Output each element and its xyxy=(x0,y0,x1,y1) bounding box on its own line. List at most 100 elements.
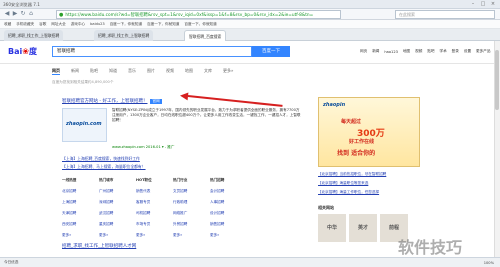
sidebar-link[interactable]: 【北京招聘】海量工作职位，任您选择 xyxy=(318,190,438,195)
grid-link[interactable]: 武汉招聘 xyxy=(99,209,136,220)
top-link[interactable]: 设置 xyxy=(464,49,471,54)
grid-link[interactable]: 销售代表 xyxy=(136,187,173,198)
grid-link[interactable]: 重庆招聘 xyxy=(99,220,136,231)
nav-tab[interactable]: 文库 xyxy=(204,68,212,74)
result1-url[interactable]: www.zhaopin.com 2016-01 ▾ - 推广 xyxy=(112,145,174,150)
search-nav-tabs: 网页 新闻 贴吧 知道 音乐 图片 视频 地图 文库 更多» xyxy=(52,67,244,75)
bookmark-item[interactable]: 收藏 xyxy=(4,22,11,27)
sublink-1[interactable]: 【上海】上海招聘_百度搜索，快速找到好工作 xyxy=(62,156,140,162)
top-link[interactable]: hao123 xyxy=(384,50,398,54)
result1-description: 智联招聘(NYSE:ZPIN)成立于1997年，国内领先的职业发展平台，致力于为… xyxy=(112,108,301,123)
search-input[interactable]: 智联招聘 xyxy=(52,46,252,57)
grid-link[interactable]: 会计招聘 xyxy=(210,187,247,198)
grid-link[interactable]: 人事招聘 xyxy=(210,198,247,209)
ad-brand: zhaopin xyxy=(323,102,346,108)
grid-link[interactable]: 司机招聘 xyxy=(136,209,173,220)
grid-link[interactable]: 客服专员 xyxy=(136,198,173,209)
bookmark-item[interactable]: 手机收藏夹 xyxy=(16,22,34,27)
top-link[interactable]: 网页 xyxy=(360,49,367,54)
search-button[interactable]: 百度一下 xyxy=(252,46,290,57)
result1-title[interactable]: 智联招聘官方网站 - 好工作，上智联招聘！ xyxy=(62,98,147,104)
maximize-icon[interactable]: □ xyxy=(478,1,488,8)
grid-link[interactable]: 更多» xyxy=(136,231,173,242)
back-icon[interactable]: ◀ xyxy=(3,10,11,18)
tab-1[interactable]: 招聘_求职_找工作_上智联招聘 xyxy=(4,30,64,41)
watermark-text: 软件技巧 xyxy=(398,238,463,257)
browser-search-input[interactable]: 在此搜索 xyxy=(395,10,495,19)
zoom-level[interactable]: 100% xyxy=(484,261,494,265)
nav-tab[interactable]: 贴吧 xyxy=(90,68,98,74)
grid-link[interactable]: 上海招聘 xyxy=(62,198,99,209)
bookmark-item[interactable]: 游戏中心 xyxy=(71,22,85,27)
grid-link[interactable]: 深圳招聘 xyxy=(99,198,136,209)
bookmark-item[interactable]: 百度一下，你就知道 xyxy=(147,22,179,27)
grid-link[interactable]: 更多» xyxy=(99,231,136,242)
result-count: 百度为您找到相关结果约4,890,000个 xyxy=(52,80,114,84)
top-link[interactable]: 学术 xyxy=(439,49,446,54)
related-site-thumb[interactable]: 中华 xyxy=(318,214,346,242)
minimize-icon[interactable]: – xyxy=(468,1,478,8)
zhaopin-ad-banner[interactable]: zhaopin 每天超过 300万 好工作在线 找到 适合你的 xyxy=(318,97,420,167)
result2-title[interactable]: 招聘_求职_找工作_上智联招聘人才网 xyxy=(62,243,136,249)
tab-3-active[interactable]: 智联招聘_百度搜索 xyxy=(184,30,227,41)
sublink-2[interactable]: 【上海】上海招聘、马上搜索，海量职位全都有！ xyxy=(62,164,146,170)
sidebar-link[interactable]: 【北京招聘】海量职位等您来选 xyxy=(318,181,438,186)
ad-mid: 好工作在线 xyxy=(349,139,375,145)
grid-link[interactable]: 天津招聘 xyxy=(62,209,99,220)
grid-link[interactable]: 销售招聘 xyxy=(210,220,247,231)
bookmark-item[interactable]: baidu23 xyxy=(90,22,105,26)
nav-tab[interactable]: 知道 xyxy=(109,68,117,74)
grid-link[interactable]: 网络推广 xyxy=(173,209,210,220)
logo-text-du: 度 xyxy=(28,47,37,56)
nav-tab[interactable]: 音乐 xyxy=(128,68,136,74)
baidu-logo[interactable]: Bai❀度 xyxy=(8,46,37,57)
scrollbar-thumb[interactable] xyxy=(495,50,499,110)
status-left[interactable]: 今日优选 xyxy=(4,260,18,265)
top-link[interactable]: 新闻 xyxy=(372,49,379,54)
official-badge[interactable]: 官网 xyxy=(150,98,162,104)
tab-bar xyxy=(0,29,500,41)
refresh-icon[interactable]: ↻ xyxy=(19,10,27,18)
bookmark-item[interactable]: 网址大全 xyxy=(51,22,65,27)
related-sites-title: 相关网站 xyxy=(318,205,334,210)
related-site-thumb[interactable]: 英才 xyxy=(349,214,377,242)
top-link[interactable]: 更多产品 xyxy=(476,49,490,54)
top-link[interactable]: 贴吧 xyxy=(427,49,434,54)
quick-links-grid: 一线热搜 热门城市 HOT职位 热门行业 热门招聘 北京招聘 广州招聘 销售代表 文员招聘 会计招… xyxy=(62,176,247,242)
home-icon[interactable]: ⌂ xyxy=(27,10,35,18)
grid-link[interactable]: 更多» xyxy=(173,231,210,242)
nav-tab[interactable]: 图片 xyxy=(147,68,155,74)
grid-link[interactable]: 西安招聘 xyxy=(62,220,99,231)
nav-tab[interactable]: 视频 xyxy=(166,68,174,74)
bookmark-item[interactable]: 谷歌 xyxy=(39,22,46,27)
grid-link[interactable]: 广州招聘 xyxy=(99,187,136,198)
grid-link[interactable]: 市场专员 xyxy=(136,220,173,231)
zhaopin-logo[interactable]: zhaopin.com xyxy=(62,108,107,142)
close-icon[interactable]: × xyxy=(488,1,498,8)
grid-link[interactable]: 文员招聘 xyxy=(173,187,210,198)
status-bar: 今日优选 100% xyxy=(0,257,500,267)
bookmark-item[interactable]: 百度一下，你就知道 xyxy=(184,22,216,27)
grid-header: 热门城市 xyxy=(99,178,114,182)
top-link[interactable]: 地图 xyxy=(403,49,410,54)
nav-tab[interactable]: 新闻 xyxy=(71,68,79,74)
nav-tab[interactable]: 地图 xyxy=(185,68,193,74)
sidebar-link[interactable]: 【北京招聘】当前热招职位，尽在智联招聘 xyxy=(318,172,438,177)
url-text: https://www.baidu.com/s?wd=智联招聘&rsv_spt=… xyxy=(65,12,314,18)
forward-icon[interactable]: ▶ xyxy=(11,10,19,18)
nav-tab[interactable]: 更多» xyxy=(223,68,233,74)
bookmark-item[interactable]: 百度一下，你就知道 xyxy=(110,22,142,27)
top-link[interactable]: 视频 xyxy=(415,49,422,54)
grid-link[interactable]: 行政助理 xyxy=(173,198,210,209)
grid-link[interactable]: 更多» xyxy=(62,231,99,242)
top-link[interactable]: 登录 xyxy=(452,49,459,54)
ad-headline: 每天超过 xyxy=(341,119,362,125)
grid-header: 热门招聘 xyxy=(210,178,225,182)
nav-tab[interactable]: 网页 xyxy=(52,68,60,75)
url-input[interactable]: ● https://www.baidu.com/s?wd=智联招聘&rsv_sp… xyxy=(56,10,341,19)
tab-2[interactable]: 招聘_求职_找工作_上智联招聘 xyxy=(94,30,154,41)
grid-link[interactable]: 更多» xyxy=(210,231,247,242)
grid-link[interactable]: 设计招聘 xyxy=(210,209,247,220)
grid-link[interactable]: 外贸招聘 xyxy=(173,220,210,231)
grid-link[interactable]: 北京招聘 xyxy=(62,187,99,198)
